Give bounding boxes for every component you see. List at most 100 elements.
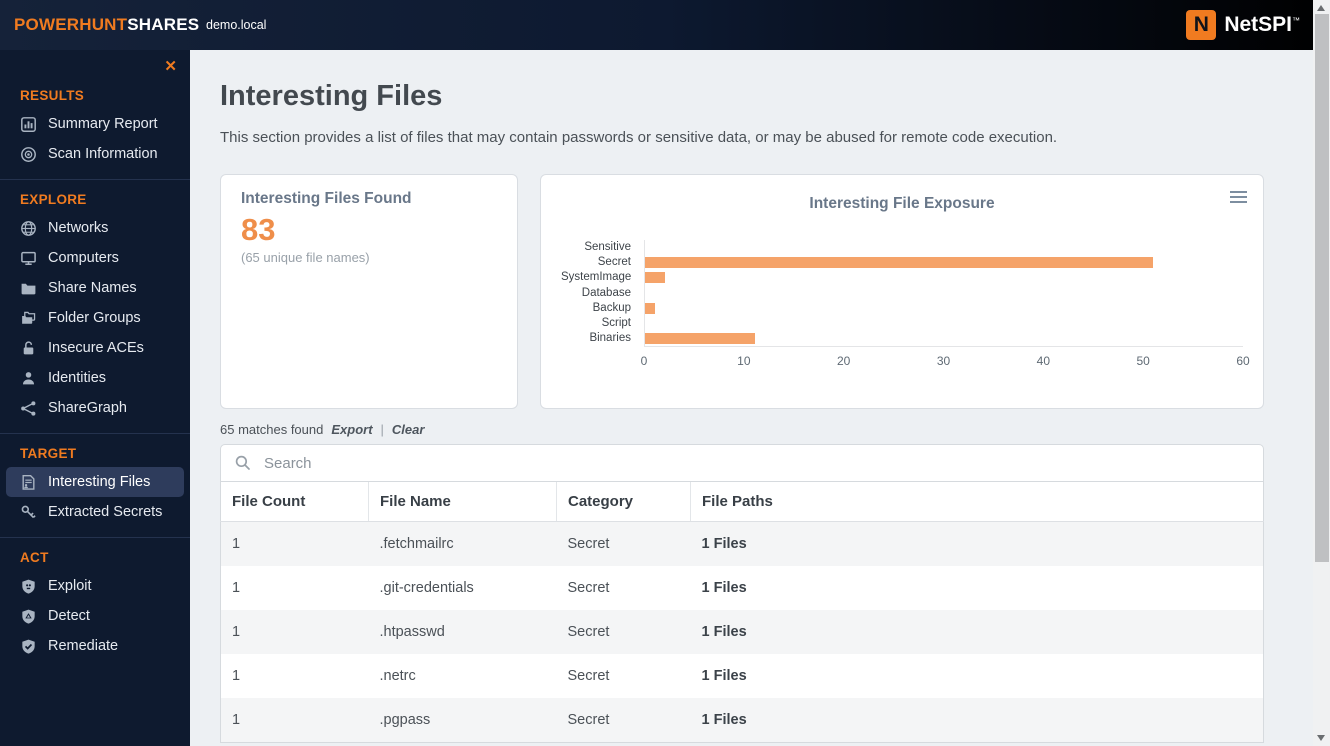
close-icon[interactable]: ✕ (164, 57, 177, 75)
files-found-subtitle: (65 unique file names) (241, 250, 370, 266)
search-icon (234, 454, 252, 472)
column-header-file-count[interactable]: File Count (220, 482, 369, 522)
table-cell: 1 (232, 624, 241, 640)
sidebar-item-scan-information[interactable]: Scan Information (6, 139, 184, 169)
table-cell: Secret (567, 580, 610, 596)
column-header-file-name[interactable]: File Name (368, 482, 557, 522)
shield-check-icon (20, 638, 37, 655)
table-row: 1 .fetchmailrc Secret 1 Files (220, 521, 1264, 567)
chart-x-axis: 0 10 20 30 40 50 60 (561, 347, 1250, 371)
sidebar-item-label: Networks (48, 220, 109, 236)
chart-x-tick: 10 (737, 354, 751, 369)
keys-icon (20, 504, 37, 521)
chart-x-tick: 40 (1036, 354, 1051, 369)
table-header: File Count File Name Category File Paths (220, 482, 1264, 522)
sidebar-item-identities[interactable]: Identities (6, 363, 184, 393)
chart-bar-systemimage (645, 272, 665, 284)
main-content: Interesting Files This section provides … (190, 50, 1313, 746)
sidebar-sections: RESULTS Summary Report Scan Information EXP… (0, 50, 190, 661)
sidebar-item-remediate[interactable]: Remediate (6, 631, 184, 661)
top-bar: POWERHUNTSHARES demo.local N NetSPI™ (0, 0, 1330, 50)
file-paths-link[interactable]: 1 Files (691, 566, 1264, 610)
chart-bar-row (645, 301, 1243, 316)
sidebar-section-title: ACT (20, 550, 49, 565)
sidebar-item-label: Computers (48, 250, 119, 266)
bar-chart-icon (20, 116, 37, 133)
sidebar-item-detect[interactable]: Detect (6, 601, 184, 631)
sidebar-item-computers[interactable]: Computers (6, 243, 184, 273)
clear-link[interactable]: Clear (392, 422, 425, 437)
sidebar-item-label: Share Names (48, 280, 137, 296)
chart-category-label: Database (581, 286, 631, 299)
monitor-icon (20, 250, 37, 267)
sidebar-section-act: ACT Exploit Detect Remediate (0, 537, 190, 661)
column-header-file-paths[interactable]: File Paths (690, 482, 1264, 522)
sidebar-item-sharegraph[interactable]: ShareGraph (6, 393, 184, 423)
chart-category-label: Binaries (589, 332, 631, 345)
table-cell: .git-credentials (379, 580, 474, 596)
sidebar-item-folder-groups[interactable]: Folder Groups (6, 303, 184, 333)
sidebar-section-explore: EXPLORE Networks Computers Share Names Folde… (0, 179, 190, 423)
sidebar-section-title: EXPLORE (20, 192, 87, 207)
table-cell: Secret (567, 712, 610, 728)
scrollbar-thumb[interactable] (1314, 14, 1329, 562)
file-exposure-chart-card: Interesting File Exposure Sensitive Secre… (540, 174, 1264, 409)
chart-menu-icon[interactable] (1230, 188, 1247, 206)
results-bar: 65 matches found Export | Clear (220, 422, 1264, 437)
sidebar-item-label: Remediate (48, 638, 119, 654)
sidebar-item-insecure-aces[interactable]: Insecure ACEs (6, 333, 184, 363)
table-cell: .netrc (379, 668, 416, 684)
sidebar-item-label: Summary Report (48, 116, 158, 132)
column-header-category[interactable]: Category (556, 482, 691, 522)
sidebar-item-label: Identities (48, 370, 107, 386)
scrollbar-down-arrow-icon[interactable] (1317, 735, 1325, 741)
interesting-files-table: File Count File Name Category File Paths 1.… (220, 482, 1264, 743)
brand-secondary: SHARES (127, 15, 200, 34)
table-row: 1 .htpasswd Secret 1 Files (220, 610, 1264, 654)
sidebar-item-summary-report[interactable]: Summary Report (6, 109, 184, 139)
sidebar-section-title: TARGET (20, 446, 77, 461)
shield-alert-icon (20, 608, 37, 625)
chart-category-label: Secret (597, 256, 631, 269)
sidebar-item-label: Folder Groups (48, 310, 141, 326)
sidebar-section-title: RESULTS (20, 88, 85, 103)
search-box (220, 444, 1264, 482)
sidebar-item-interesting-files[interactable]: Interesting Files (6, 467, 184, 497)
page-description: This section provides a list of files th… (220, 129, 1058, 146)
file-paths-link[interactable]: 1 Files (691, 654, 1264, 698)
sidebar-item-networks[interactable]: Networks (6, 213, 184, 243)
chart-x-tick: 50 (1136, 354, 1150, 369)
file-paths-link[interactable]: 1 Files (691, 610, 1264, 654)
chart-plot-area (644, 240, 1243, 348)
export-link[interactable]: Export (331, 422, 372, 437)
file-paths-link[interactable]: 1 Files (691, 698, 1264, 743)
sidebar-item-share-names[interactable]: Share Names (6, 273, 184, 303)
chart-bar-row (645, 270, 1243, 285)
sidebar-section-target: TARGET Interesting Files Extracted Secrets (0, 433, 190, 527)
search-input[interactable] (262, 453, 1250, 473)
files-found-count: 83 (241, 212, 276, 247)
domain-link[interactable]: demo.local (206, 18, 266, 32)
chart-bar-binaries (645, 333, 755, 345)
table-cell: Secret (567, 536, 610, 552)
files-found-card: Interesting Files Found 83 (65 unique fi… (220, 174, 518, 409)
sidebar-item-label: Insecure ACEs (48, 340, 144, 356)
summary-cards: Interesting Files Found 83 (65 unique fi… (220, 174, 1264, 409)
scrollbar-up-arrow-icon[interactable] (1317, 5, 1325, 11)
chart-x-tick: 30 (936, 354, 951, 369)
chart-x-tick: 20 (836, 354, 851, 369)
sidebar-item-extracted-secrets[interactable]: Extracted Secrets (6, 497, 184, 527)
chart-category-labels: Sensitive Secret SystemImage Database Backup… (561, 240, 644, 347)
table-cell: 1 (232, 712, 241, 728)
page-scrollbar[interactable] (1313, 0, 1330, 746)
chart-bar-row (645, 286, 1243, 301)
file-paths-link[interactable]: 1 Files (691, 522, 1264, 567)
matches-count-text: 65 matches found (220, 422, 324, 437)
sidebar-item-label: Scan Information (48, 146, 158, 162)
table-cell: 1 (232, 580, 241, 596)
chart-x-tick-labels: 0 10 20 30 40 50 60 (641, 347, 1250, 371)
table-cell: .pgpass (379, 712, 431, 728)
sidebar-item-label: ShareGraph (48, 400, 127, 416)
chart-bar-row (645, 316, 1243, 331)
sidebar-item-exploit[interactable]: Exploit (6, 571, 184, 601)
